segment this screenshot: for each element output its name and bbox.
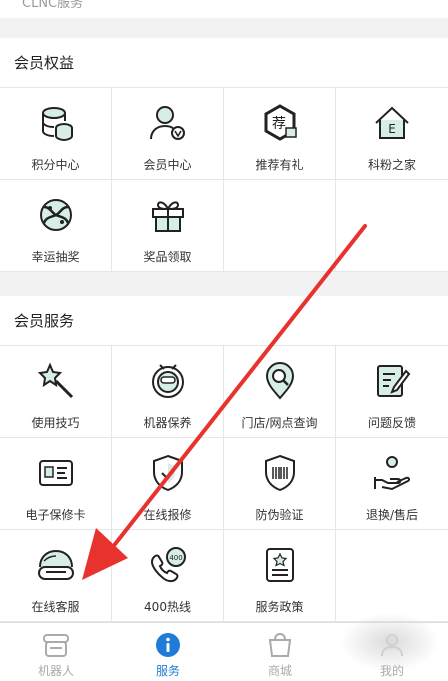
lucky-draw-button[interactable]: 幸运抽奖	[0, 180, 112, 272]
empty-cell	[336, 530, 448, 622]
recommend-gift-label: 推荐有礼	[255, 158, 304, 172]
robot-maintenance-button[interactable]: 机器保养	[112, 346, 224, 438]
member-benefits-title: 会员权益	[0, 38, 448, 88]
info-tab-icon	[153, 631, 183, 659]
hotline-button[interactable]: 400 400热线	[112, 530, 224, 622]
tab-robot-label: 机器人	[37, 664, 74, 678]
return-after-sales-label: 退换/售后	[365, 508, 419, 522]
service-policy-icon	[257, 542, 303, 588]
repair-shield-icon	[145, 450, 191, 496]
previous-section-text: CLNC服务	[22, 0, 84, 11]
usage-tips-button[interactable]: 使用技巧	[0, 346, 112, 438]
member-center-button[interactable]: 会员中心	[112, 88, 224, 180]
robot-tab-icon	[41, 631, 71, 659]
service-policy-label: 服务政策	[255, 600, 304, 614]
anti-counterfeit-label: 防伪验证	[255, 508, 304, 522]
recommend-gift-icon: 荐	[257, 100, 303, 146]
online-repair-label: 在线报修	[143, 508, 192, 522]
member-services-title: 会员服务	[0, 296, 448, 346]
member-center-label: 会员中心	[143, 158, 192, 172]
return-after-sales-button[interactable]: 退换/售后	[336, 438, 448, 530]
usage-tips-label: 使用技巧	[31, 416, 80, 430]
member-benefits-section: 会员权益 积分中心 会员中心 荐 推荐有礼 E 科粉之家 幸运抽奖 奖品领取	[0, 38, 448, 272]
online-repair-button[interactable]: 在线报修	[112, 438, 224, 530]
store-locator-button[interactable]: 门店/网点查询	[224, 346, 336, 438]
warranty-card-icon	[33, 450, 79, 496]
fan-home-badge-text: E	[388, 122, 396, 136]
store-locator-label: 门店/网点查询	[241, 416, 318, 430]
tab-shop[interactable]: 商城	[224, 623, 336, 681]
service-policy-button[interactable]: 服务政策	[224, 530, 336, 622]
tab-service[interactable]: 服务	[112, 623, 224, 681]
shop-bag-icon	[265, 631, 295, 659]
points-database-icon	[33, 100, 79, 146]
prize-gift-icon	[145, 192, 191, 238]
lucky-draw-label: 幸运抽奖	[31, 250, 80, 264]
store-locator-icon	[257, 358, 303, 404]
lucky-draw-icon	[33, 192, 79, 238]
anti-counterfeit-icon	[257, 450, 303, 496]
anti-counterfeit-button[interactable]: 防伪验证	[224, 438, 336, 530]
blurred-overlay	[340, 612, 440, 672]
magic-wand-icon	[33, 358, 79, 404]
prize-claim-button[interactable]: 奖品领取	[112, 180, 224, 272]
fan-home-icon: E	[369, 100, 415, 146]
member-services-section: 会员服务 使用技巧 机器保养 门店/网点查询 问题反馈 电子保修卡 在线报修 防…	[0, 296, 448, 622]
hotline-phone-icon: 400	[145, 542, 191, 588]
warranty-card-button[interactable]: 电子保修卡	[0, 438, 112, 530]
points-center-label: 积分中心	[31, 158, 80, 172]
recommend-badge-text: 荐	[272, 116, 286, 132]
prize-claim-label: 奖品领取	[143, 250, 192, 264]
feedback-edit-icon	[369, 358, 415, 404]
empty-cell	[224, 180, 336, 272]
points-center-button[interactable]: 积分中心	[0, 88, 112, 180]
return-hand-icon	[369, 450, 415, 496]
recommend-gift-button[interactable]: 荐 推荐有礼	[224, 88, 336, 180]
warranty-card-label: 电子保修卡	[25, 508, 86, 522]
robot-maintenance-icon	[145, 358, 191, 404]
fan-home-button[interactable]: E 科粉之家	[336, 88, 448, 180]
previous-section-strip: CLNC服务	[0, 0, 448, 18]
online-service-button[interactable]: 在线客服	[0, 530, 112, 622]
empty-cell	[336, 180, 448, 272]
hotline-badge-text: 400	[169, 554, 182, 562]
tab-service-label: 服务	[155, 664, 180, 678]
hotline-label: 400热线	[144, 600, 191, 614]
online-service-label: 在线客服	[31, 600, 80, 614]
online-service-icon	[33, 542, 79, 588]
robot-maintenance-label: 机器保养	[143, 416, 192, 430]
tab-robot[interactable]: 机器人	[0, 623, 112, 681]
fan-home-label: 科粉之家	[367, 158, 416, 172]
tab-shop-label: 商城	[267, 664, 292, 678]
feedback-label: 问题反馈	[367, 416, 416, 430]
member-user-icon	[145, 100, 191, 146]
feedback-button[interactable]: 问题反馈	[336, 346, 448, 438]
